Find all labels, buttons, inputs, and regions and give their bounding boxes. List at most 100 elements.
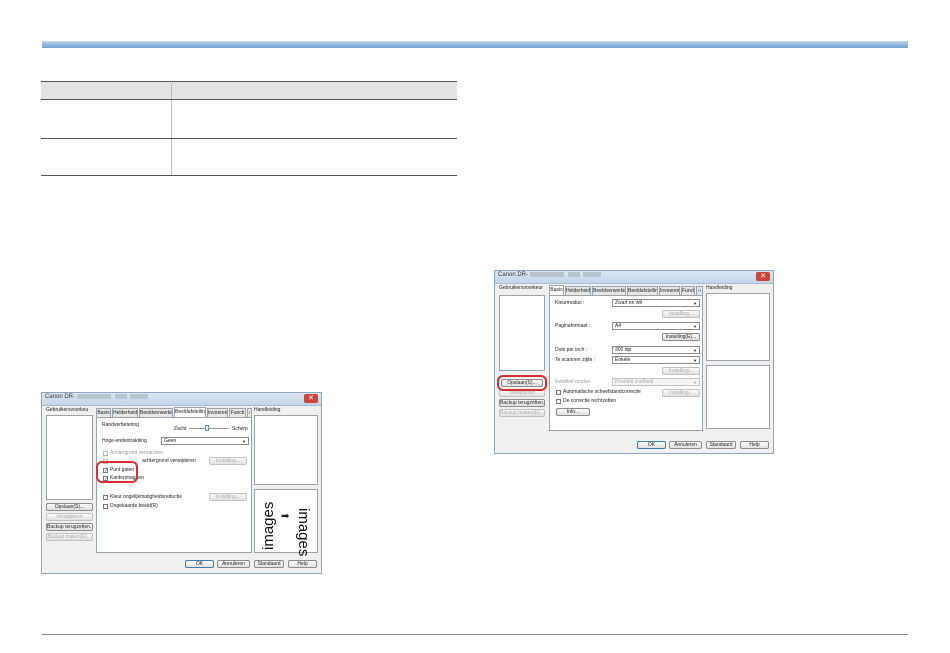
manual-panel (706, 293, 770, 361)
setting-button[interactable]: Instelling... (209, 457, 247, 465)
tab-image-adjustment[interactable]: Beeldafstelling (174, 407, 206, 417)
standard-button[interactable]: Standaard (706, 441, 736, 449)
doubleside-checkbox[interactable] (103, 504, 108, 509)
chevron-down-icon: ▼ (693, 324, 697, 329)
tab-scroll[interactable]: › (247, 408, 252, 417)
backup-make-button[interactable]: Backup maken(E)... (46, 533, 93, 541)
moire-checkbox[interactable] (103, 495, 108, 500)
slider-thumb[interactable] (205, 425, 209, 431)
pagesize-setting-button[interactable]: Instelling(E)... (662, 333, 700, 341)
tab-basis[interactable]: Basis (549, 285, 564, 295)
backup-restore-button[interactable]: Backup terugzetten... (46, 523, 93, 531)
table-cell (171, 99, 457, 139)
tab-image-adjustment[interactable]: Beeldafstelling (627, 286, 658, 295)
moire-label: Kleur ongelijkmatigheidsreductie (110, 494, 182, 500)
user-prefs-list[interactable] (499, 295, 545, 371)
manual-panel (254, 415, 318, 485)
moire-setting-button[interactable]: Instelling... (209, 493, 247, 501)
close-icon[interactable]: ✕ (304, 394, 318, 403)
user-prefs-label: Gebruikersvoorkeu (46, 407, 89, 413)
dialog-image-adjustment: Canon DR- ✕ Gebruikersvoorkeu Opslaan(S)… (41, 392, 322, 574)
info-button[interactable]: Info... (556, 408, 590, 416)
bg-smooth-checkbox[interactable] (103, 451, 108, 456)
save-button[interactable]: Opslaan(S)... (46, 503, 93, 511)
dialog-titlebar: Canon DR- ✕ (495, 271, 773, 284)
ok-button[interactable]: OK (185, 560, 214, 568)
tab-image-processing[interactable]: Beeldverwerking (139, 408, 173, 417)
side-select[interactable]: Enkele ▼ (612, 356, 700, 364)
tab-function[interactable]: Functie (681, 286, 695, 295)
manual-label: Handleiding (254, 407, 281, 413)
preview-before: images (257, 492, 281, 550)
deskew-checkbox[interactable] (556, 399, 561, 404)
remove-button[interactable]: Verwijderen (46, 513, 93, 521)
chevron-down-icon: ▼ (693, 380, 697, 385)
preview-text-after: images (295, 508, 312, 557)
highlight-label: Hoge-endextraktiing (102, 438, 147, 444)
edge-slider[interactable] (189, 428, 229, 429)
chevron-down-icon: ▼ (693, 301, 697, 306)
info-table (41, 81, 457, 176)
quality-select[interactable]: Prioriteit snelheid ▼ (612, 378, 700, 386)
dialog-title: Canon DR- (498, 272, 602, 278)
bg-remove-label: achtergrond verwijderen (142, 458, 196, 464)
tab-scroll[interactable]: ‹› (696, 286, 703, 295)
highlight-ring (497, 375, 547, 391)
tab-basis[interactable]: Basis (96, 408, 111, 417)
backup-restore-button[interactable]: Backup terugzetten... (499, 399, 545, 407)
dialog-title: Canon DR- (45, 394, 149, 400)
table-cell (41, 99, 172, 139)
colormode-select[interactable]: Zwart en wit ▼ (612, 299, 700, 307)
highlight-ring (96, 461, 138, 483)
close-icon[interactable]: ✕ (756, 272, 770, 281)
pagesize-select[interactable]: A4 ▼ (612, 322, 700, 330)
colormode-label: Kleurmodus : (555, 300, 585, 306)
help-button[interactable]: Help (740, 441, 769, 449)
cancel-button[interactable]: Annuleren (217, 560, 250, 568)
autosize-label: Automatische scheefstandcorrectie (563, 389, 641, 395)
arrow-right-icon: ➡ (281, 511, 290, 522)
ok-button[interactable]: OK (637, 441, 666, 449)
tab-bar: Basis Helderheid Beeldverwerking Beeldaf… (549, 285, 703, 295)
standard-button[interactable]: Standaard (254, 560, 284, 568)
user-prefs-list[interactable] (46, 415, 93, 500)
quality-label: Kwaliteit modus (555, 379, 591, 385)
autosize-checkbox[interactable] (556, 390, 561, 395)
table-cell (41, 138, 172, 176)
tab-image-processing[interactable]: Beeldverwerking (592, 286, 626, 295)
manual-label: Handleiding (706, 285, 733, 291)
tab-feed[interactable]: Invoeren (207, 408, 228, 417)
autosize-setting-button[interactable]: Instelling... (662, 389, 700, 397)
tab-function[interactable]: Functi (229, 408, 246, 417)
backup-make-button[interactable]: Backup maken(E)... (499, 409, 545, 417)
tab-feed[interactable]: Invoeren (659, 286, 680, 295)
cancel-button[interactable]: Annuleren (669, 441, 702, 449)
soft-label: Zacht (174, 426, 187, 432)
edge-label: Randverbetering (102, 422, 139, 428)
table-header-cell (171, 81, 457, 100)
tab-panel: Kleurmodus : Zwart en wit ▼ Instelling...… (549, 295, 703, 431)
pagesize-label: Paginaformaat : (555, 323, 591, 329)
help-button[interactable]: Help (288, 560, 317, 568)
dialog-titlebar: Canon DR- ✕ (42, 393, 321, 406)
tab-brightness[interactable]: Helderheid (565, 286, 591, 295)
preview-text-before: images (260, 501, 277, 550)
table-row (41, 138, 457, 176)
preview-panel (706, 365, 770, 429)
side-label: Te scannen zijde : (555, 357, 596, 363)
side-setting-button[interactable]: Instelling... (662, 367, 700, 375)
preview-after: images (291, 492, 315, 556)
chevron-down-icon: ▼ (242, 439, 246, 444)
preview-panel: images ➡ images (254, 489, 318, 556)
tab-brightness[interactable]: Helderheid (112, 408, 138, 417)
bg-smooth-label: Achtergrond verzachten (110, 450, 164, 456)
highlight-select[interactable]: Geen ▼ (161, 437, 249, 445)
dpi-label: Dots per inch : (555, 347, 588, 353)
table-header-cell (41, 81, 172, 100)
dpi-select[interactable]: 300 dpi ▼ (612, 346, 700, 354)
colormode-setting-button[interactable]: Instelling... (662, 310, 700, 318)
table-header-row (41, 81, 457, 100)
dialog-basic: Canon DR- ✕ Gebruikersvoorkeur Opslaan(S… (494, 270, 774, 454)
chevron-down-icon: ▼ (693, 358, 697, 363)
tab-bar: Basis Helderheid Beeldverwerking Beeldaf… (96, 407, 252, 417)
